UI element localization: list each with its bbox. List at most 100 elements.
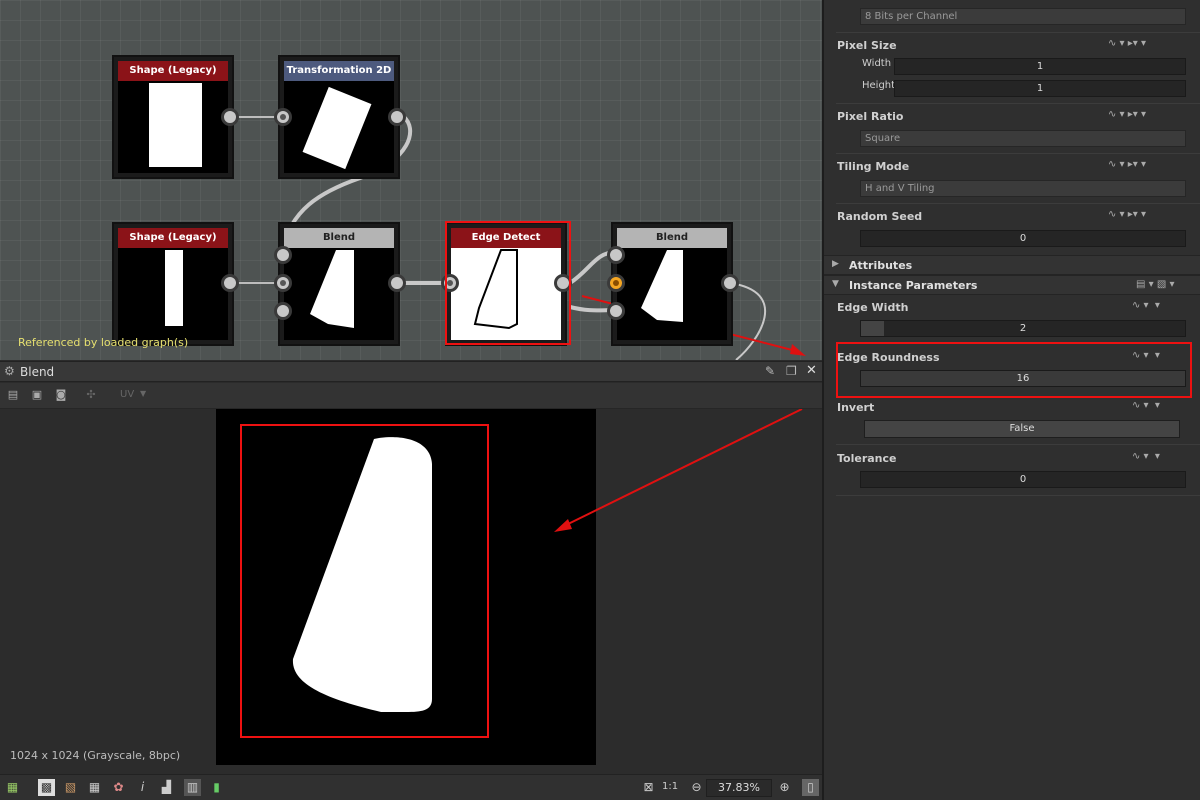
tolerance-slider[interactable]: 0 <box>860 471 1186 488</box>
view-title: Blend <box>20 365 55 379</box>
edge-width-label: Edge Width <box>837 301 909 314</box>
zoom-field[interactable]: 37.83% <box>706 779 772 797</box>
divider <box>836 32 1200 33</box>
param-controls-icon[interactable]: ∿ ▾ ▾ <box>1132 451 1160 462</box>
param-controls-icon[interactable]: ∿ ▾ ▾ <box>1132 300 1160 311</box>
view-toolbar: ▤ ▣ ◙ ✣ UV ▼ <box>0 383 822 409</box>
param-controls-icon[interactable]: ∿ ▾ ▸▾ ▾ <box>1108 38 1146 49</box>
output-port[interactable] <box>221 274 239 292</box>
view-menu-icon[interactable]: ⚙ <box>4 364 15 378</box>
checker-background-icon[interactable]: ▩ <box>38 779 55 796</box>
fit-icon[interactable]: ⊠ <box>640 779 657 796</box>
node-header: Blend <box>617 228 727 248</box>
param-controls-icon[interactable]: ∿ ▾ ▸▾ ▾ <box>1108 109 1146 120</box>
invert-toggle[interactable]: False <box>864 420 1180 438</box>
node-thumbnail <box>617 248 727 340</box>
uv-dropdown[interactable]: UV <box>120 389 134 400</box>
layout-icon[interactable]: ▯ <box>802 779 819 796</box>
node-header: Blend <box>284 228 394 248</box>
undock-icon[interactable]: ❐ <box>786 364 797 378</box>
output-port[interactable] <box>721 274 739 292</box>
tolerance-label: Tolerance <box>837 452 897 465</box>
view-canvas[interactable]: 1024 x 1024 (Grayscale, 8bpc) <box>0 409 822 774</box>
input-port-background[interactable] <box>274 246 292 264</box>
gradient-icon[interactable]: ▧ <box>62 779 79 796</box>
histogram-icon[interactable]: ▟ <box>158 779 175 796</box>
app-window: Shape (Legacy) Transformation 2D Shape (… <box>0 0 1200 800</box>
node-header: Transformation 2D <box>284 61 394 81</box>
output-port[interactable] <box>221 108 239 126</box>
tiling-icon[interactable]: ▦ <box>86 779 103 796</box>
input-port[interactable] <box>274 108 292 126</box>
output-port[interactable] <box>388 108 406 126</box>
properties-panel: 8 Bits per Channel Pixel Size ∿ ▾ ▸▾ ▾ W… <box>822 0 1200 800</box>
edge-roundness-slider[interactable]: 16 <box>860 370 1186 387</box>
reference-notice: Referenced by loaded graph(s) <box>18 336 189 349</box>
divider <box>836 495 1200 496</box>
pixel-ratio-field[interactable]: Square <box>860 130 1186 147</box>
channels-icon[interactable]: ✣ <box>84 388 98 402</box>
random-seed-value: 0 <box>1019 233 1027 244</box>
node-thumbnail <box>284 248 394 340</box>
ratio-button[interactable]: 1:1 <box>662 781 678 792</box>
output-port[interactable] <box>388 274 406 292</box>
graph-canvas[interactable]: Shape (Legacy) Transformation 2D Shape (… <box>0 0 822 360</box>
param-controls-icon[interactable]: ∿ ▾ ▾ <box>1132 400 1160 411</box>
edge-width-value: 2 <box>1019 323 1027 334</box>
zoom-in-icon[interactable]: ⊕ <box>776 779 793 796</box>
node-thumbnail <box>284 81 394 173</box>
annotation-arrow-preview <box>554 409 803 532</box>
rgb-channels-icon[interactable]: ▥ <box>184 779 201 796</box>
node-blend-2[interactable]: Blend <box>611 222 733 346</box>
random-seed-label: Random Seed <box>837 210 923 223</box>
chevron-down-icon: ▼ <box>140 389 147 398</box>
divider <box>836 153 1200 154</box>
save-image-icon[interactable]: ▣ <box>30 388 44 402</box>
tiling-mode-label: Tiling Mode <box>837 160 910 173</box>
pixel-ratio-label: Pixel Ratio <box>837 110 904 123</box>
height-slider[interactable]: 1 <box>894 80 1186 97</box>
render-icon[interactable]: ▮ <box>208 779 225 796</box>
zoom-out-icon[interactable]: ⊖ <box>688 779 705 796</box>
close-icon[interactable]: ✕ <box>806 363 817 378</box>
camera-icon[interactable]: ◙ <box>54 388 68 402</box>
input-port-foreground[interactable] <box>607 274 625 292</box>
width-slider[interactable]: 1 <box>894 58 1186 75</box>
input-port-foreground[interactable] <box>274 274 292 292</box>
param-controls-icon[interactable]: ∿ ▾ ▸▾ ▾ <box>1108 209 1146 220</box>
node-header: Shape (Legacy) <box>118 228 228 248</box>
edge-width-slider[interactable]: 2 <box>860 320 1186 337</box>
divider <box>836 103 1200 104</box>
random-seed-slider[interactable]: 0 <box>860 230 1186 247</box>
param-controls-icon[interactable]: ∿ ▾ ▸▾ ▾ <box>1108 159 1146 170</box>
expand-arrow-icon: ▶ <box>832 259 839 269</box>
width-value: 1 <box>1036 61 1044 72</box>
height-value: 1 <box>1036 83 1044 94</box>
node-shape-legacy-1[interactable]: Shape (Legacy) <box>112 55 234 179</box>
input-port-mask[interactable] <box>607 302 625 320</box>
preset-icon[interactable]: ▤ ▾ ▧ ▾ <box>1136 279 1174 290</box>
pin-icon[interactable]: ✎ <box>765 364 775 378</box>
height-label: Height <box>862 80 896 91</box>
param-controls-icon[interactable]: ∿ ▾ ▾ <box>1132 350 1160 361</box>
highlight-box-edge-detect <box>445 221 571 345</box>
node-transformation-2d[interactable]: Transformation 2D <box>278 55 400 179</box>
instance-parameters-section[interactable]: ▼ Instance Parameters ▤ ▾ ▧ ▾ <box>824 275 1200 295</box>
mask-icon[interactable]: ✿ <box>110 779 127 796</box>
edge-roundness-label: Edge Roundness <box>837 351 940 364</box>
node-shape-legacy-2[interactable]: Shape (Legacy) <box>112 222 234 346</box>
view-settings-icon[interactable]: ▤ <box>6 388 20 402</box>
node-blend-1[interactable]: Blend <box>278 222 400 346</box>
info-icon[interactable]: i <box>134 779 151 796</box>
edge-roundness-value: 16 <box>1016 373 1030 384</box>
invert-label: Invert <box>837 401 875 414</box>
input-port-background[interactable] <box>607 246 625 264</box>
attributes-label: Attributes <box>849 259 913 272</box>
input-port-mask[interactable] <box>274 302 292 320</box>
tiling-mode-field[interactable]: H and V Tiling <box>860 180 1186 197</box>
divider <box>836 444 1200 445</box>
output-format-field[interactable]: 8 Bits per Channel <box>860 8 1186 25</box>
color-mode-icon[interactable]: ▦ <box>4 779 21 796</box>
tolerance-value: 0 <box>1019 474 1027 485</box>
attributes-section[interactable]: ▶ Attributes <box>824 255 1200 275</box>
